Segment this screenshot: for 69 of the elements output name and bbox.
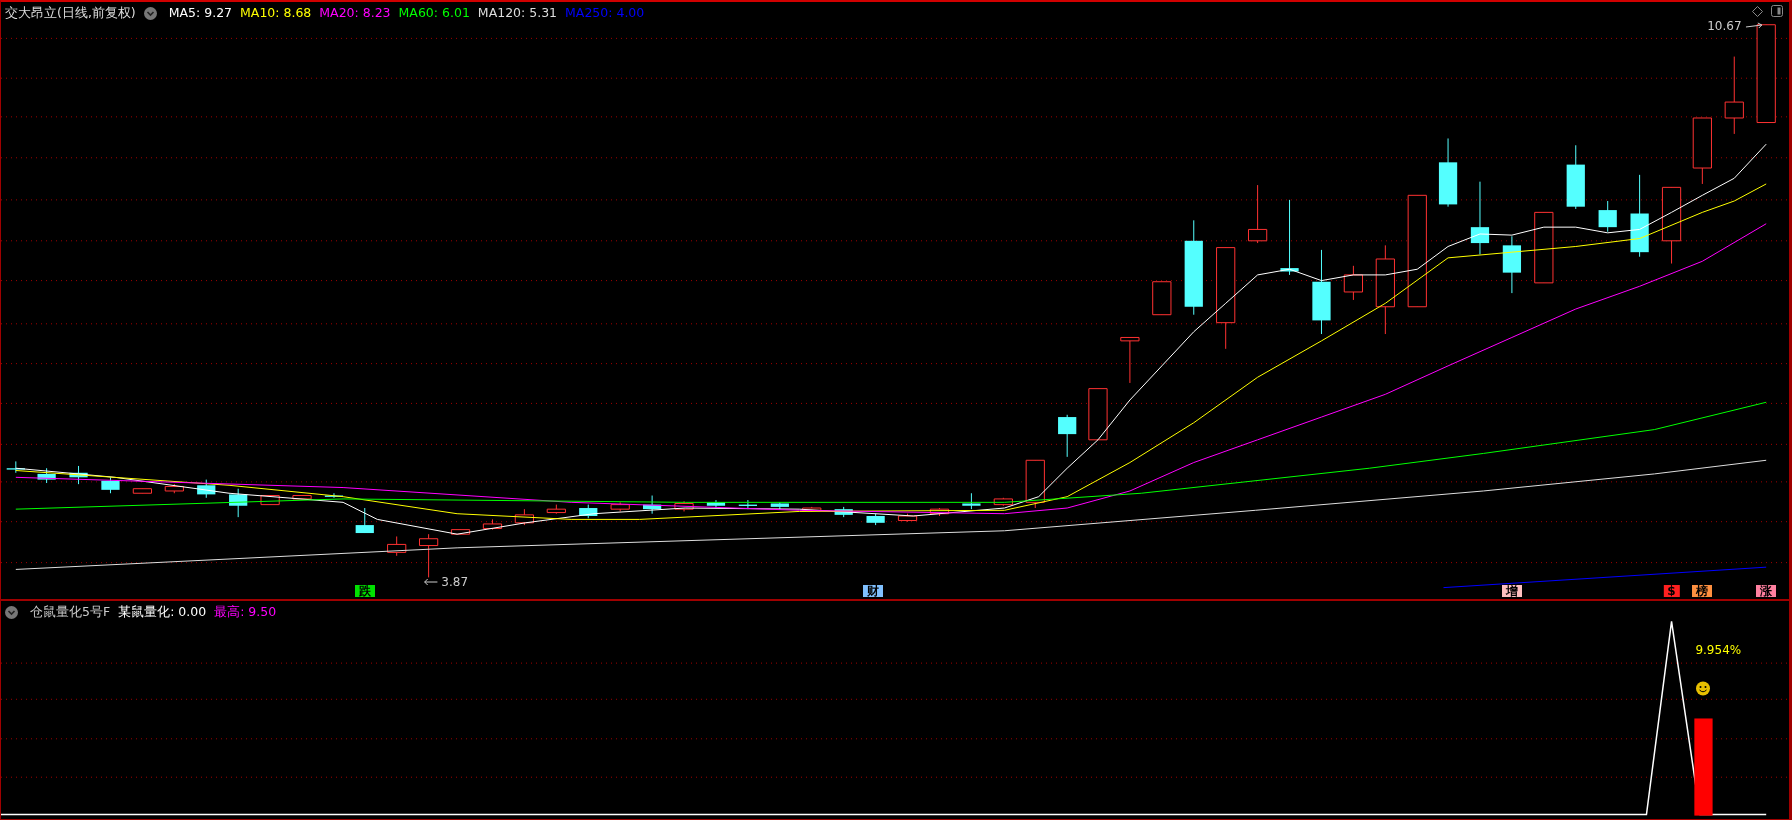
candlestick <box>292 495 312 500</box>
chart-title: 交大昂立(日线,前复权) <box>5 4 136 22</box>
candlestick <box>1152 281 1172 316</box>
candlestick <box>1058 414 1077 458</box>
candlestick <box>260 495 280 506</box>
signal-marker: 增 <box>1501 585 1522 597</box>
moving-average-value: MA5: 9.27 <box>168 4 233 22</box>
candlestick <box>450 529 471 535</box>
indicator-title: 仓鼠量化5号F <box>30 603 111 621</box>
candlestick <box>962 492 981 510</box>
candlestick <box>579 504 598 519</box>
candlestick <box>419 533 439 578</box>
candlestick <box>643 495 662 515</box>
moving-average-value: MA20: 8.23 <box>319 4 391 22</box>
moving-average-value: MA60: 6.01 <box>398 4 470 22</box>
percent-label: 9.954% <box>1695 644 1742 656</box>
price-label: 3.87 <box>441 576 469 588</box>
candlestick <box>1598 200 1617 233</box>
candlestick <box>897 513 918 523</box>
candlestick <box>993 497 1013 507</box>
candlestick <box>229 488 248 518</box>
candlestick <box>101 476 120 494</box>
indicator-value: 某鼠量化: 0.00 <box>118 603 207 621</box>
candlestick <box>738 499 757 510</box>
signal-marker: 跌 <box>354 585 375 597</box>
arrow-icon <box>1745 22 1764 30</box>
candlestick <box>1438 137 1458 208</box>
signal-marker: $ <box>1663 585 1680 597</box>
candlestick <box>6 460 25 474</box>
candlestick <box>866 513 885 526</box>
candlestick <box>929 507 950 517</box>
candlestick <box>37 467 56 484</box>
candlestick <box>132 488 152 494</box>
candlestick <box>1025 459 1045 509</box>
candlestick <box>514 508 534 526</box>
candlestick <box>1692 117 1712 185</box>
diamond-icon[interactable] <box>1752 5 1763 17</box>
smiley-icon <box>1695 681 1711 696</box>
moving-average-value: MA10: 8.68 <box>240 4 312 22</box>
candlestick <box>1502 235 1522 294</box>
candlestick <box>834 506 853 518</box>
moving-average-value: MA120: 5.31 <box>477 4 558 22</box>
panel-icon[interactable] <box>1771 5 1783 17</box>
dropdown-icon[interactable] <box>143 6 157 20</box>
candlestick <box>482 518 503 531</box>
arrow-icon <box>423 578 438 586</box>
candlestick <box>1120 336 1140 384</box>
candlestick <box>1248 184 1268 244</box>
candlestick <box>770 501 789 510</box>
candlestick <box>164 483 184 494</box>
indicator-value: 最高: 9.50 <box>214 603 277 621</box>
candlestick <box>387 535 407 557</box>
candlestick <box>546 504 566 515</box>
candlestick <box>355 507 374 534</box>
signal-marker: 财 <box>863 585 884 597</box>
signal-marker: 榜 <box>1692 585 1713 597</box>
price-label: 10.67 <box>1707 20 1742 32</box>
candlestick <box>1343 265 1364 301</box>
candlestick <box>610 501 630 512</box>
candlestick <box>69 465 88 485</box>
moving-average-value: MA250: 4.00 <box>565 4 645 22</box>
candlestick <box>802 506 822 512</box>
dropdown-icon[interactable] <box>5 605 18 619</box>
signal-marker: 涨 <box>1756 585 1777 597</box>
candlestick <box>1088 388 1108 441</box>
candlestick <box>706 499 726 509</box>
candlestick <box>674 500 694 512</box>
candlestick <box>1566 144 1585 210</box>
candlestick <box>197 479 216 499</box>
